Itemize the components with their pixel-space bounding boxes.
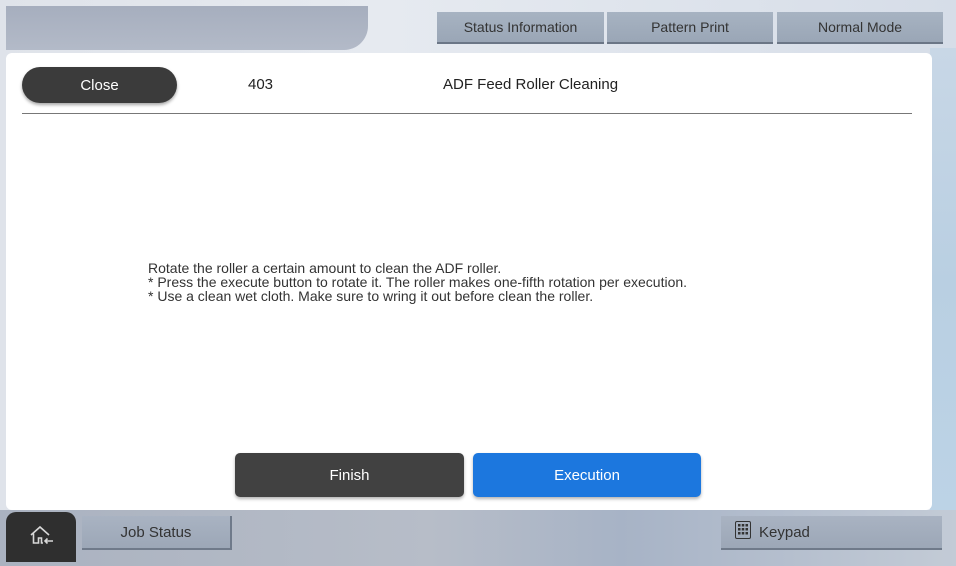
header-divider: [22, 113, 912, 114]
home-button[interactable]: [6, 512, 76, 562]
execution-button[interactable]: Execution: [473, 453, 701, 497]
keypad-label: Keypad: [759, 523, 810, 541]
message-line: * Use a clean wet cloth. Make sure to wr…: [148, 288, 594, 304]
pattern-print-button[interactable]: Pattern Print: [607, 12, 773, 44]
top-left-panel: [6, 6, 368, 50]
dialog-title: ADF Feed Roller Cleaning: [443, 76, 619, 93]
close-button[interactable]: Close: [22, 67, 177, 103]
keypad-button[interactable]: Keypad: [721, 516, 942, 550]
message-line: * Press the execute button to rotate it.…: [148, 274, 688, 290]
job-status-button[interactable]: Job Status: [82, 516, 232, 550]
top-bar: Status Information Pattern Print Normal …: [0, 0, 956, 50]
instruction-message: Rotate the roller a certain amount to cl…: [148, 261, 687, 303]
status-information-button[interactable]: Status Information: [437, 12, 604, 44]
home-icon: [28, 524, 54, 551]
finish-button[interactable]: Finish: [235, 453, 464, 497]
normal-mode-button[interactable]: Normal Mode: [777, 12, 943, 44]
message-line: Rotate the roller a certain amount to cl…: [148, 260, 502, 276]
keypad-icon: [735, 521, 751, 543]
item-code: 403: [248, 76, 274, 93]
right-edge-decoration: [930, 48, 956, 512]
